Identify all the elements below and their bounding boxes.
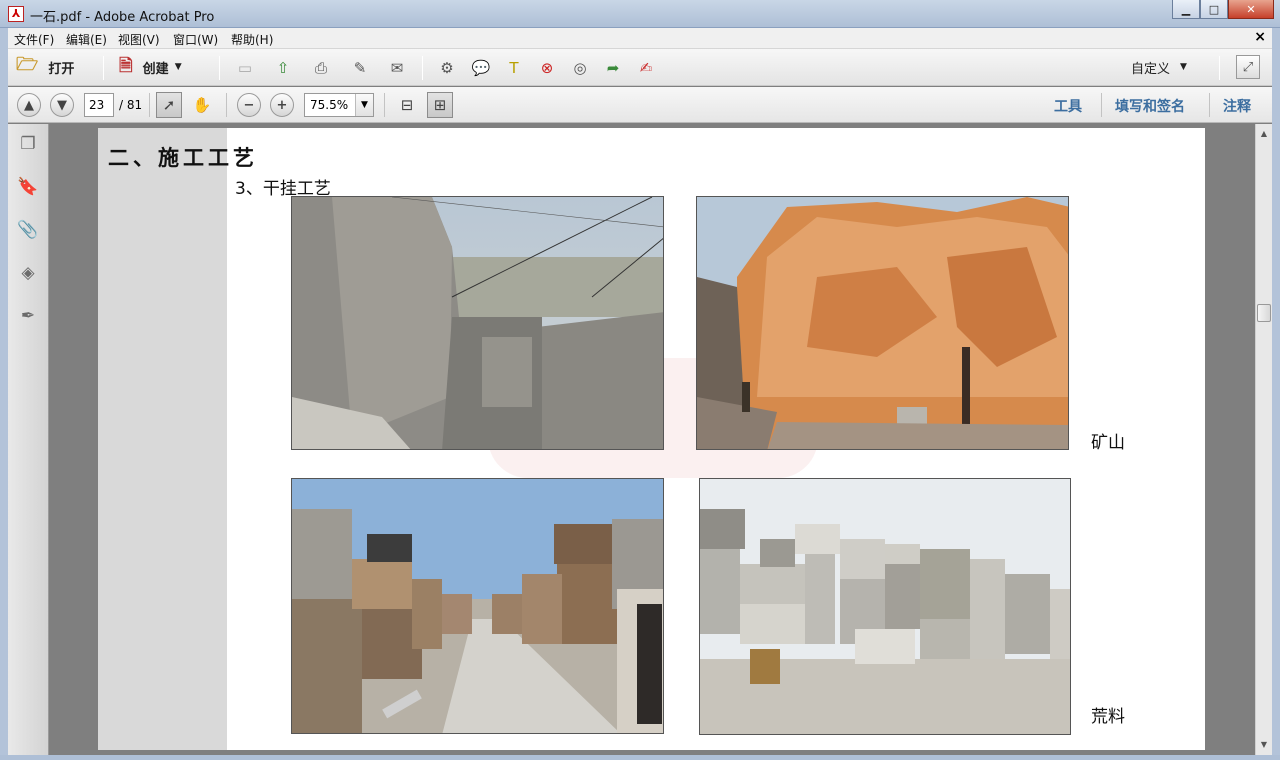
page-number-input[interactable]: 23 [84,93,114,117]
plus-icon: + [276,97,288,113]
page-total: / 81 [119,98,143,112]
menu-bar: 文件(F) 编辑(E) 视图(V) 窗口(W) 帮助(H) × [8,28,1272,49]
window-border-bottom [0,755,1280,760]
toolbar-separator [226,93,227,117]
document-viewport[interactable]: 二、施工工艺 3、干挂工艺 矿山 荒料 [50,124,1255,755]
create-pdf-icon: 🗎 [119,55,133,76]
caption-blocks: 荒料 [1091,707,1125,727]
navigation-toolbar: ▲ ▼ 23 / 81 ➚ ✋ − + 75.5% ▼ ⊟ ⊞ 工具 填写和签名… [8,87,1272,123]
fit-page-icon: ⊞ [433,96,447,114]
select-tool-button[interactable]: ➚ [156,92,182,118]
toolbar-separator [1209,93,1210,117]
toolbar-separator [384,93,385,117]
menu-window[interactable]: 窗口(W) [173,31,218,48]
minimize-button[interactable]: ▁ [1172,0,1200,19]
folder-open-icon: 🗁 [16,54,39,75]
toolbar-separator [422,56,423,80]
zoom-out-button[interactable]: − [237,93,261,117]
scrollbar-thumb[interactable] [1257,304,1271,322]
title-bar: ⅄ 一石.pdf - Adobe Acrobat Pro ▁ □ ✕ [0,0,1280,28]
toolbar-separator [103,56,104,80]
arrow-down-icon: ▼ [57,97,67,113]
quarry-photo-grey [291,196,664,450]
main-toolbar: 🗁 打开 🗎 创建 ▼ ▭ ⇧ ⎙ ✎ ✉ ⚙ 💬 T ⊗ ◎ ➦ ✍ 自定义 … [8,49,1272,86]
quarry-photo-orange [696,196,1069,450]
layers-icon[interactable]: ◈ [17,262,39,284]
fit-width-icon: ⊟ [400,96,414,114]
hand-tool-button[interactable]: ✋ [189,92,215,118]
stone-yard-photo [699,478,1071,735]
navigation-pane: ❐ 🔖 📎 ◈ ✒ [8,124,49,755]
scan-icon[interactable]: ◎ [569,57,591,79]
expand-icon[interactable]: ⤢ [1236,55,1260,79]
highlight-icon[interactable]: T [503,57,525,79]
fit-width-button[interactable]: ⊟ [394,92,420,118]
menu-edit[interactable]: 编辑(E) [66,31,107,48]
next-page-button[interactable]: ▼ [50,93,74,117]
caption-mine: 矿山 [1091,433,1125,453]
chevron-down-icon[interactable]: ▼ [355,94,373,116]
section-title: 二、施工工艺 [108,145,258,170]
window-border-left [0,28,8,755]
attachments-icon[interactable]: 📎 [17,219,39,241]
maximize-button[interactable]: □ [1200,0,1228,19]
open-label: 打开 [48,61,75,77]
customize-button[interactable]: 自定义 ▼ [1131,55,1187,79]
settings-icon[interactable]: ⚙ [436,57,458,79]
email-icon[interactable]: ✉ [386,57,408,79]
toolbar-separator [219,56,220,80]
close-document-icon[interactable]: × [1254,29,1266,45]
zoom-value: 75.5% [310,98,349,112]
open-button[interactable]: 🗁 打开 [16,54,75,79]
zoom-in-button[interactable]: + [270,93,294,117]
menu-help[interactable]: 帮助(H) [231,31,273,48]
create-button[interactable]: 🗎 创建 ▼ [119,55,182,79]
stone-blocks-road-photo [291,478,664,734]
comment-pane-link[interactable]: 注释 [1223,96,1251,116]
previous-page-button[interactable]: ▲ [17,93,41,117]
zoom-select[interactable]: 75.5% ▼ [304,93,374,117]
scroll-up-icon[interactable]: ▲ [1256,126,1272,142]
acrobat-pdf-icon: ⅄ [8,6,24,22]
print-icon[interactable]: ⎙ [310,57,332,79]
save-icon[interactable]: ▭ [234,57,256,79]
window-title: 一石.pdf - Adobe Acrobat Pro [30,10,215,25]
comment-icon[interactable]: 💬 [470,57,492,79]
edit-icon[interactable]: ✎ [349,57,371,79]
menu-view[interactable]: 视图(V) [118,31,160,48]
tools-pane-link[interactable]: 工具 [1054,96,1082,116]
toolbar-separator [1101,93,1102,117]
pages-icon[interactable]: ❐ [17,133,39,155]
delete-page-icon[interactable]: ⊗ [536,57,558,79]
close-window-button[interactable]: ✕ [1228,0,1274,19]
sign-icon[interactable]: ✍ [635,57,657,79]
chevron-down-icon: ▼ [174,62,182,72]
fit-page-button[interactable]: ⊞ [427,92,453,118]
chevron-down-icon: ▼ [1180,62,1187,72]
page-side-band [98,128,227,750]
bookmarks-icon[interactable]: 🔖 [17,176,39,198]
fill-sign-pane-link[interactable]: 填写和签名 [1115,96,1185,116]
upload-icon[interactable]: ⇧ [272,57,294,79]
window-border-right [1272,28,1280,755]
cursor-arrow-icon: ➚ [162,96,176,114]
signatures-icon[interactable]: ✒ [17,305,39,327]
arrow-up-icon: ▲ [24,97,34,113]
window-controls: ▁ □ ✕ [1172,0,1274,20]
menu-file[interactable]: 文件(F) [14,31,54,48]
toolbar-separator [149,93,150,117]
create-label: 创建 [142,61,169,77]
hand-icon: ✋ [192,96,212,114]
toolbar-separator [1219,56,1220,80]
export-icon[interactable]: ➦ [602,57,624,79]
customize-label: 自定义 [1131,61,1171,77]
scroll-down-icon[interactable]: ▼ [1256,737,1272,753]
minus-icon: − [243,97,255,113]
pdf-page: 二、施工工艺 3、干挂工艺 矿山 荒料 [98,128,1205,750]
vertical-scrollbar[interactable]: ▲ ▼ [1255,124,1272,755]
